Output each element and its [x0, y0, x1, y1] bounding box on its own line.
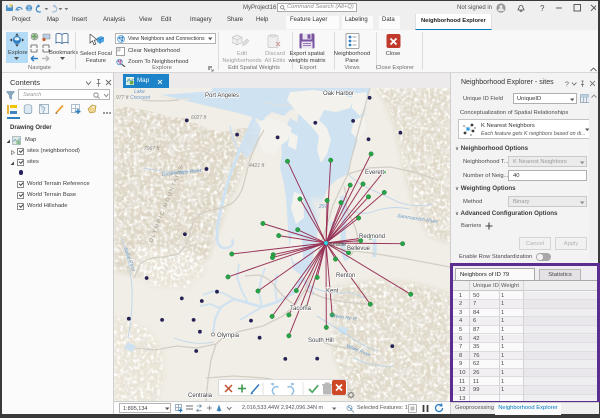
svg-text:7967 ft: 7967 ft [144, 146, 160, 152]
svg-text:?: ? [540, 4, 545, 13]
svg-text:Renton: Renton [336, 273, 355, 279]
svg-text:Olympia: Olympia [217, 333, 240, 339]
svg-text:Bellevue: Bellevue [347, 246, 371, 252]
svg-text:Oak Harbor: Oak Harbor [323, 91, 354, 97]
svg-text:South Hill: South Hill [308, 338, 334, 344]
svg-text:Redmond: Redmond [359, 234, 385, 240]
svg-text:297: 297 [318, 204, 328, 210]
svg-text:Everett: Everett [365, 170, 384, 176]
svg-text:977 ft: 977 ft [116, 95, 129, 101]
svg-text:Crescent: Crescent [130, 95, 151, 101]
svg-text:Kent: Kent [326, 289, 339, 295]
svg-text:Centralia: Centralia [188, 393, 213, 399]
svg-text:Port Angeles: Port Angeles [205, 93, 239, 99]
svg-text:?: ? [565, 82, 569, 89]
svg-text:Seattle: Seattle [329, 242, 346, 248]
svg-text:4421 ft: 4421 ft [249, 163, 265, 169]
svg-text:Tacoma: Tacoma [290, 306, 312, 312]
svg-text:6027 ft: 6027 ft [191, 115, 207, 121]
